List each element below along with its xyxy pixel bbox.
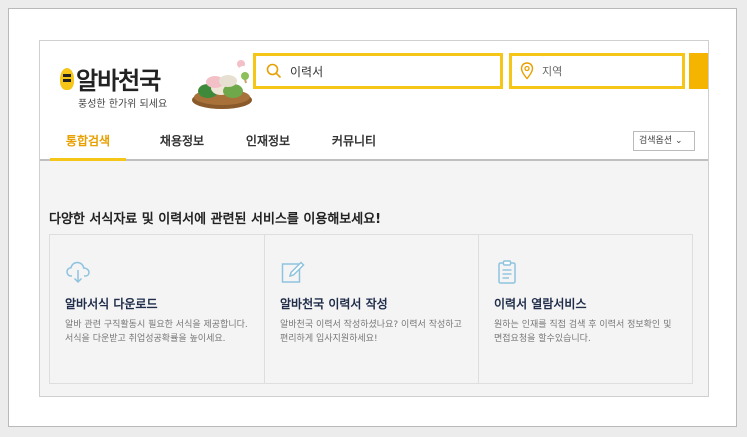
search-option-select[interactable]: 검색옵션 ⌄ xyxy=(633,131,695,151)
region-placeholder: 지역 xyxy=(542,65,563,78)
slogan: 풍성한 한가위 되세요 xyxy=(78,99,168,110)
alba-page: 알바천국 풍성한 한가위 되세요 이력서 지역 통합검색 채용정보 인재정보 커… xyxy=(39,40,709,397)
search-input[interactable]: 이력서 xyxy=(253,53,503,89)
main-content: 다양한 서식자료 및 이력서에 관련된 서비스를 이용해보세요! 알바서식 다운… xyxy=(40,161,708,396)
bee-logo-icon xyxy=(60,67,74,90)
header: 알바천국 풍성한 한가위 되세요 이력서 지역 xyxy=(40,41,708,123)
card-form-download[interactable]: 알바서식 다운로드 알바 관련 구직활동시 필요한 서식을 제공합니다. 서식을… xyxy=(49,234,265,384)
tab-job-info[interactable]: 채용정보 xyxy=(144,123,220,159)
card-description: 원하는 인재를 직접 검색 후 이력서 정보확인 및 면접요청을 할수있습니다. xyxy=(494,320,672,344)
card-title: 알바서식 다운로드 xyxy=(65,297,158,311)
logo-text: 알바천국 xyxy=(76,67,161,95)
songpyeon-plate-icon xyxy=(192,60,252,109)
tab-integrated-search[interactable]: 통합검색 xyxy=(50,123,126,161)
page-headline: 다양한 서식자료 및 이력서에 관련된 서비스를 이용해보세요! xyxy=(49,212,382,227)
search-icon xyxy=(266,63,282,79)
tab-community[interactable]: 커뮤니티 xyxy=(316,123,392,159)
main-nav: 통합검색 채용정보 인재정보 커뮤니티 검색옵션 ⌄ xyxy=(40,123,708,161)
card-resume-browse[interactable]: 이력서 열람서비스 원하는 인재를 직접 검색 후 이력서 정보확인 및 면접요… xyxy=(478,234,693,384)
card-title: 알바천국 이력서 작성 xyxy=(280,297,388,311)
location-pin-icon xyxy=(520,62,534,80)
search-button[interactable] xyxy=(689,53,708,89)
edit-icon xyxy=(281,261,305,283)
logo[interactable]: 알바천국 xyxy=(60,61,161,96)
card-title: 이력서 열람서비스 xyxy=(494,297,587,311)
clipboard-icon xyxy=(498,260,516,284)
card-resume-write[interactable]: 알바천국 이력서 작성 알바천국 이력서 작성하셨나요? 이력서 작성하고 편리… xyxy=(264,234,479,384)
search-value: 이력서 xyxy=(290,64,324,79)
region-input[interactable]: 지역 xyxy=(509,53,685,89)
card-description: 알바 관련 구직활동시 필요한 서식을 제공합니다. 서식을 다운받고 취업성공… xyxy=(65,320,248,344)
cloud-download-icon xyxy=(66,261,90,284)
tab-talent-info[interactable]: 인재정보 xyxy=(230,123,306,159)
card-description: 알바천국 이력서 작성하셨나요? 이력서 작성하고 편리하게 입사지원하세요! xyxy=(280,320,462,344)
